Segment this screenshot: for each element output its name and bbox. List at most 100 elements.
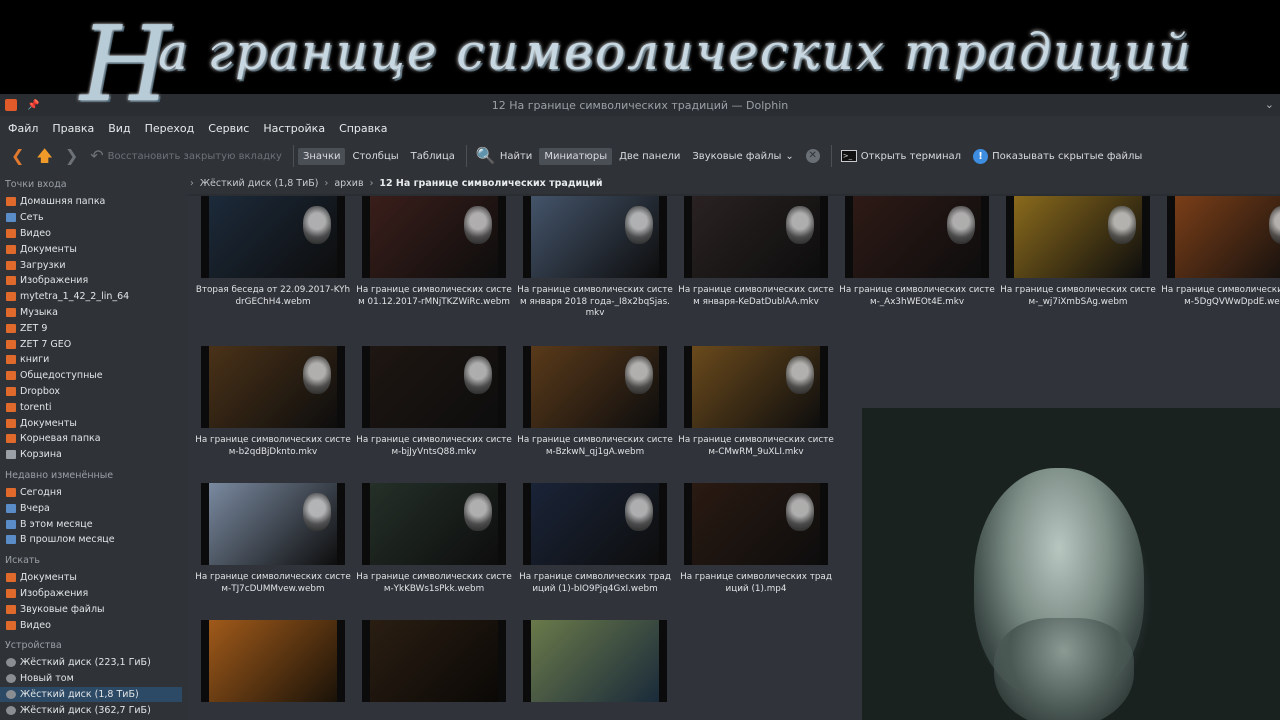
columns-view-button[interactable]: Столбцы <box>347 148 403 165</box>
sidebar-item[interactable]: книги <box>0 352 186 368</box>
file-item[interactable]: На границе символических систем-_Ax3hWEO… <box>837 196 997 321</box>
folder-icon <box>6 371 16 381</box>
sidebar-item[interactable]: В прошлом месяце <box>0 532 186 548</box>
file-item[interactable]: На границе символических систем-_wj7iXmb… <box>998 196 1158 321</box>
thumbnails-button[interactable]: Миниатюры <box>539 147 613 165</box>
folder-icon <box>6 434 16 444</box>
sidebar-item-label: Домашняя папка <box>20 196 106 208</box>
sidebar-item[interactable]: ZET 9 <box>0 320 186 336</box>
back-button[interactable]: ❮ <box>6 145 29 167</box>
sidebar-item[interactable]: Изображения <box>0 586 186 602</box>
thumbnail-face <box>625 206 653 244</box>
file-name: На границе символических систем-5DgQVWwD… <box>1161 285 1280 307</box>
window-collapse-icon[interactable]: ⌄ <box>1265 98 1274 111</box>
file-item[interactable]: На границе символических систем-CMwRM_9u… <box>676 346 836 471</box>
file-item[interactable] <box>193 620 353 702</box>
video-thumbnail <box>684 346 828 428</box>
toolbar: ❮ 🡅 ❯ ↶ Восстановить закрытую вкладку Зна… <box>0 140 1280 172</box>
folder-icon <box>6 355 16 365</box>
video-thumbnail <box>362 346 506 428</box>
sidebar-item[interactable]: Новый том <box>0 671 186 687</box>
split-view-button[interactable]: Две панели <box>614 148 685 165</box>
open-terminal-button[interactable]: >_ Открыть терминал <box>836 147 966 165</box>
file-item[interactable]: На границе символических систем 01.12.20… <box>354 196 514 321</box>
file-item[interactable]: На границе символических систем-TJ7cDUMM… <box>193 483 353 608</box>
file-item[interactable]: На границе символических систем-bjJyVnts… <box>354 346 514 471</box>
menu-file[interactable]: Файл <box>8 122 38 135</box>
find-button[interactable]: 🔍 Найти <box>471 145 537 167</box>
sidebar-item[interactable]: В этом месяце <box>0 516 186 532</box>
file-item[interactable]: На границе символических систем января-K… <box>676 196 836 321</box>
sidebar-item[interactable]: Жёсткий диск (1,8 ТиБ) <box>0 686 182 703</box>
sidebar-item[interactable]: Dropbox <box>0 384 186 400</box>
folder-icon <box>6 705 16 715</box>
breadcrumb-disk[interactable]: Жёсткий диск (1,8 ТиБ) <box>200 178 319 189</box>
thumbnail-face <box>464 206 492 244</box>
sidebar-item[interactable]: Документы <box>0 570 186 586</box>
video-thumbnail <box>362 620 506 702</box>
breadcrumb-current[interactable]: 12 На границе символических традиций <box>379 178 602 189</box>
recent-header: Недавно изменённые <box>5 469 114 481</box>
file-item[interactable] <box>515 620 675 702</box>
up-button[interactable]: 🡅 <box>31 145 57 167</box>
sidebar-item[interactable]: ZET 7 GEO <box>0 336 186 352</box>
file-item[interactable]: На границе символических систем-YkKBWs1s… <box>354 483 514 608</box>
menu-help[interactable]: Справка <box>339 122 387 135</box>
video-thumbnail <box>1167 196 1280 278</box>
sidebar-item[interactable]: Изображения <box>0 273 186 289</box>
sidebar-item[interactable]: torenti <box>0 399 186 415</box>
sidebar-item[interactable]: Общедоступные <box>0 368 186 384</box>
sound-files-button[interactable]: Звуковые файлы ⌄ <box>687 148 798 165</box>
folder-icon <box>6 339 16 349</box>
sidebar-item-label: Документы <box>20 243 77 255</box>
file-item[interactable]: На границе символических систем-BzkwN_qj… <box>515 346 675 471</box>
forward-button[interactable]: ❯ <box>60 145 83 167</box>
title-banner: Н а границе символических традиций <box>0 0 1280 116</box>
folder-icon <box>6 487 16 497</box>
sidebar-item[interactable]: Вчера <box>0 500 186 516</box>
sidebar-item[interactable]: Сеть <box>0 210 186 226</box>
folder-icon <box>6 260 16 270</box>
sidebar-item[interactable]: Музыка <box>0 305 186 321</box>
file-item[interactable]: На границе символических систем-b2qdBjDk… <box>193 346 353 471</box>
toolbar-separator <box>830 145 832 167</box>
menu-tools[interactable]: Сервис <box>208 122 249 135</box>
sidebar-item-label: Сегодня <box>20 486 62 498</box>
search-header: Искать <box>5 554 41 566</box>
file-item[interactable]: На границе символических традиций (1)-bI… <box>515 483 675 608</box>
file-item[interactable]: Вторая беседа от 22.09.2017-KYhdrGEChH4.… <box>193 196 353 321</box>
sidebar-item[interactable]: Видео <box>0 226 186 242</box>
close-filter-button[interactable]: ✕ <box>801 146 825 166</box>
breadcrumb-archive[interactable]: архив <box>334 178 363 189</box>
show-hidden-button[interactable]: ! Показывать скрытые файлы <box>968 146 1147 167</box>
sidebar-item[interactable]: Домашняя папка <box>0 194 186 210</box>
sidebar-item-label: Dropbox <box>20 385 61 397</box>
sidebar-item[interactable]: Документы <box>0 415 186 431</box>
sidebar-item[interactable]: Звуковые файлы <box>0 601 186 617</box>
sidebar-item[interactable]: Загрузки <box>0 257 186 273</box>
thumbnail-face <box>464 493 492 531</box>
sidebar-item[interactable]: Корневая папка <box>0 431 186 447</box>
file-item[interactable]: На границе символических систем января 2… <box>515 196 675 321</box>
restore-tab-button[interactable]: ↶ Восстановить закрытую вкладку <box>85 145 287 167</box>
thumbnail-face <box>786 356 814 394</box>
toolbar-separator <box>292 145 294 167</box>
sidebar-item[interactable]: Видео <box>0 617 186 633</box>
sidebar-item[interactable]: Документы <box>0 241 186 257</box>
sidebar-item[interactable]: Корзина <box>0 447 186 463</box>
sidebar-item[interactable]: Жёсткий диск (223,1 ГиБ) <box>0 655 186 671</box>
sidebar-item[interactable]: Жёсткий диск (362,7 ГиБ) <box>0 702 186 718</box>
menu-settings[interactable]: Настройка <box>263 122 325 135</box>
open-terminal-label: Открыть терминал <box>860 150 962 162</box>
file-item[interactable]: На границе символических систем-5DgQVWwD… <box>1159 196 1280 321</box>
sidebar-item[interactable]: mytetra_1_42_2_lin_64 <box>0 289 186 305</box>
search-icon: 🔍 <box>475 146 496 165</box>
table-view-button[interactable]: Таблица <box>406 148 460 165</box>
icons-view-button[interactable]: Значки <box>297 147 346 165</box>
sidebar-item[interactable]: Сегодня <box>0 485 186 501</box>
find-label: Найти <box>499 150 533 162</box>
video-thumbnail <box>201 346 345 428</box>
places-header: Точки входа <box>5 179 67 190</box>
file-item[interactable]: На границе символических традиций (1).mp… <box>676 483 836 608</box>
file-item[interactable] <box>354 620 514 702</box>
